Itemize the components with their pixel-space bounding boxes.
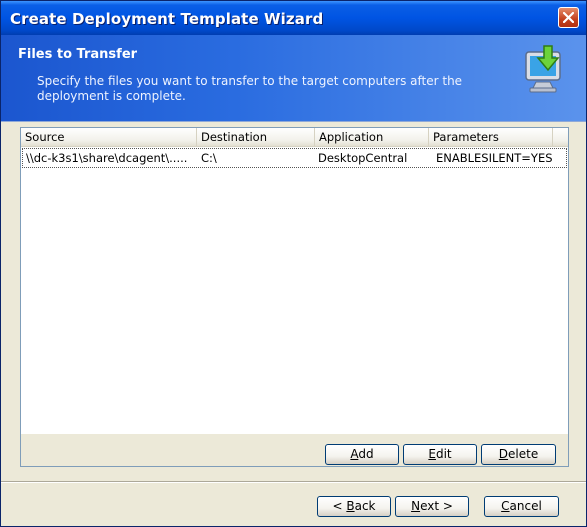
cell-source: \\dc-k3s1\share\dcagent\..... [26, 151, 188, 165]
next-button[interactable]: Next > [395, 496, 469, 517]
page-description: Specify the files you want to transfer t… [37, 74, 463, 103]
wizard-header: Files to Transfer Specify the files you … [1, 35, 586, 122]
table-row[interactable]: \\dc-k3s1\share\dcagent\..... C:\ Deskto… [22, 148, 567, 168]
back-button[interactable]: < Back [317, 496, 391, 517]
cell-destination: C:\ [201, 151, 217, 165]
files-list-panel: Source Destination Application Parameter… [20, 127, 569, 467]
list-button-bar: Add Edit Delete [21, 434, 568, 466]
column-header-application[interactable]: Application [315, 128, 429, 146]
cell-parameters: ENABLESILENT=YES [436, 151, 553, 165]
cancel-button[interactable]: Cancel [484, 496, 559, 517]
close-button[interactable] [558, 7, 579, 28]
list-header: Source Destination Application Parameter… [21, 128, 568, 147]
page-title: Files to Transfer [18, 47, 138, 62]
edit-button[interactable]: Edit [403, 444, 477, 465]
content-area: Source Destination Application Parameter… [1, 122, 586, 482]
window-title: Create Deployment Template Wizard [10, 10, 324, 28]
column-header-destination[interactable]: Destination [197, 128, 315, 146]
wizard-footer: < Back Next > Cancel [1, 483, 586, 526]
add-button[interactable]: Add [325, 444, 399, 465]
title-bar[interactable]: Create Deployment Template Wizard [1, 1, 586, 35]
close-icon [563, 12, 574, 23]
computer-download-icon [525, 45, 561, 93]
column-header-parameters[interactable]: Parameters [429, 128, 553, 146]
cell-application: DesktopCentral [318, 151, 408, 165]
wizard-window: Create Deployment Template Wizard Files … [0, 0, 587, 527]
delete-button[interactable]: Delete [481, 444, 556, 465]
column-header-source[interactable]: Source [21, 128, 197, 146]
